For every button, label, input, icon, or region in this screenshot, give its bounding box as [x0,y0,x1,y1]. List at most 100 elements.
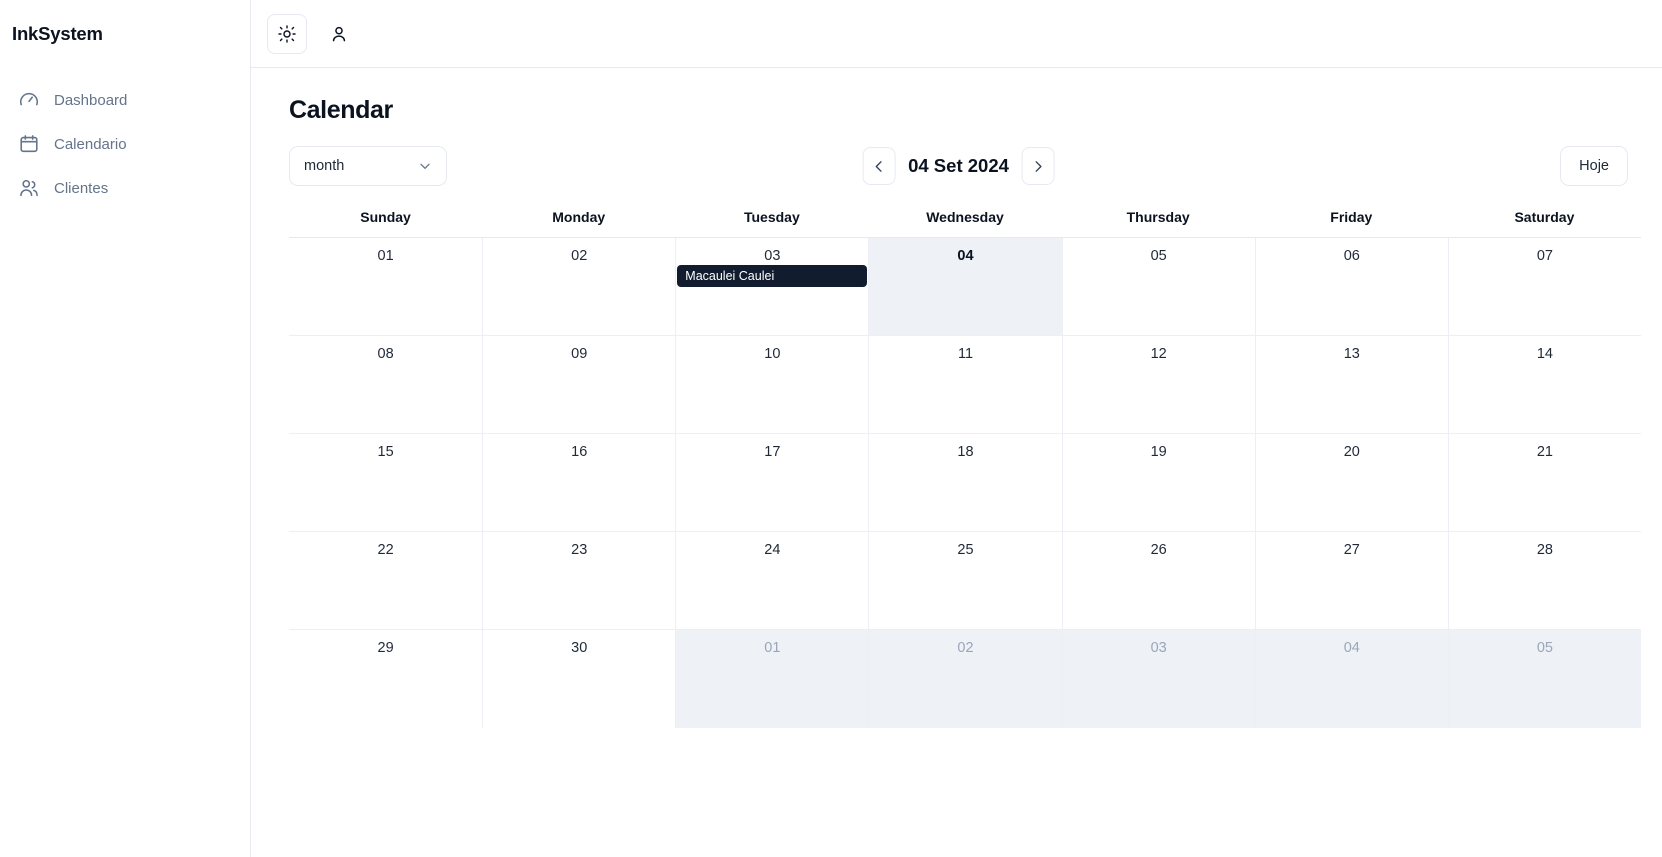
calendar-day-cell[interactable]: 15 [289,434,483,532]
calendar-day-number: 30 [571,640,588,656]
period-label: 04 Set 2024 [908,155,1009,176]
page-content: Calendar month 04 Set 2024 Hoje Sunday M… [251,68,1662,857]
next-period-button[interactable] [1021,147,1055,185]
calendar-day-header: Tuesday [743,209,800,225]
calendar-day-cell[interactable]: 01 [675,630,869,728]
calendar-day-cell[interactable]: 05 [1447,630,1641,728]
prev-period-button[interactable] [862,147,896,185]
calendar-day-number: 03 [764,248,781,264]
calendar-day-header: Friday [1330,209,1373,225]
sidebar-item-dashboard-label: Dashboard [54,91,128,109]
calendar-day-cell[interactable]: 02 [868,630,1062,728]
calendar-day-number: 03 [1150,640,1167,656]
calendar-day-cell[interactable]: 20 [1254,434,1448,532]
calendar-day-cell[interactable]: 28 [1447,532,1641,630]
calendar-day-cell[interactable]: 22 [289,532,483,630]
calendar-day-cell[interactable]: 09 [482,336,676,434]
user-icon [329,24,349,44]
calendar-day-header: Thursday [1126,209,1190,225]
app-brand: InkSystem [12,23,103,44]
calendar-day-cell[interactable]: 29 [289,630,483,728]
calendar-day-number: 06 [1343,248,1360,264]
calendar-cells: 01 02 03 Macaulei Caulei 04 05 06 07 08 09 10 11 12 1… [289,238,1641,728]
calendar-day-number: 11 [957,346,974,362]
calendar-day-cell[interactable]: 23 [482,532,676,630]
calendar-day-number: 19 [1150,444,1167,460]
sidebar-item-calendario-label: Calendario [54,135,127,153]
calendar-day-number: 25 [957,542,974,558]
calendar-day-cell[interactable]: 17 [675,434,869,532]
page-title: Calendar [289,96,393,124]
calendar-day-cell[interactable]: 08 [289,336,483,434]
calendar-day-number: 22 [377,542,394,558]
calendar-day-cell[interactable]: 11 [868,336,1062,434]
calendar-day-cell[interactable]: 27 [1254,532,1448,630]
calendar-day-cell[interactable]: 05 [1061,238,1255,336]
calendar-day-cell[interactable]: 02 [482,238,676,336]
calendar-day-number: 13 [1343,346,1360,362]
calendar-day-cell[interactable]: 21 [1447,434,1641,532]
calendar-day-cell[interactable]: 06 [1254,238,1448,336]
calendar-day-cell[interactable]: 30 [482,630,676,728]
calendar-day-cell[interactable]: 04 [1254,630,1448,728]
sidebar-item-dashboard[interactable]: Dashboard [0,78,250,122]
view-select[interactable]: month [289,146,447,186]
calendar-day-number: 10 [764,346,781,362]
period-navigation: 04 Set 2024 [862,147,1055,185]
sidebar-item-clientes-label: Clientes [54,179,109,197]
users-icon [18,177,40,199]
calendar-day-number: 16 [571,444,588,460]
calendar-day-number: 01 [764,640,781,656]
calendar-day-cell[interactable]: 24 [675,532,869,630]
calendar-day-cell[interactable]: 01 [289,238,483,336]
calendar-day-cell[interactable]: 03 [1061,630,1255,728]
calendar-day-number: 18 [957,444,974,460]
calendar-day-number: 17 [764,444,781,460]
calendar-day-number: 01 [377,248,394,264]
calendar-day-cell[interactable]: 18 [868,434,1062,532]
calendar-day-number: 12 [1150,346,1167,362]
sidebar-nav: Dashboard Calendario Clientes [0,78,250,210]
calendar-day-number: 04 [1343,640,1360,656]
calendar-day-number: 04 [957,248,974,264]
theme-toggle-button[interactable] [267,13,307,54]
calendar-day-cell[interactable]: 13 [1254,336,1448,434]
calendar-day-headers: Sunday Monday Tuesday Wednesday Thursday Frid… [289,203,1641,238]
gauge-icon [18,89,40,111]
sidebar-item-calendario[interactable]: Calendario [0,122,250,166]
calendar-day-cell[interactable]: 07 [1447,238,1641,336]
calendar-day-header: Saturday [1514,209,1575,225]
calendar-toolbar: month 04 Set 2024 Hoje [289,145,1628,187]
calendar-day-cell[interactable]: 04 [868,238,1062,336]
calendar-day-cell[interactable]: 26 [1061,532,1255,630]
calendar-day-cell[interactable]: 16 [482,434,676,532]
calendar-day-number: 20 [1343,444,1360,460]
calendar-day-cell[interactable]: 19 [1061,434,1255,532]
sidebar-item-clientes[interactable]: Clientes [0,166,250,210]
calendar-day-number: 05 [1536,640,1553,656]
calendar-day-number: 28 [1536,542,1553,558]
calendar-day-number: 08 [377,346,394,362]
today-button[interactable]: Hoje [1560,146,1628,186]
calendar-day-cell[interactable]: 14 [1447,336,1641,434]
calendar-day-number: 23 [571,542,588,558]
calendar-icon [18,133,40,155]
chevron-right-icon [1031,159,1046,174]
chevron-left-icon [871,159,886,174]
calendar-day-cell[interactable]: 10 [675,336,869,434]
calendar-event[interactable]: Macaulei Caulei [677,265,868,287]
topbar [251,0,1662,68]
view-select-value: month [304,158,345,174]
account-button[interactable] [319,13,359,54]
calendar-day-number: 14 [1536,346,1553,362]
chevron-down-icon [417,158,433,174]
calendar-day-number: 24 [764,542,781,558]
calendar-day-header: Monday [552,209,606,225]
calendar-day-cell[interactable]: 03 Macaulei Caulei [675,238,869,336]
calendar-day-number: 21 [1536,444,1553,460]
app-root: InkSystem Dashboard Calendario Clientes … [0,0,1662,857]
calendar-day-number: 09 [571,346,588,362]
calendar-day-cell[interactable]: 12 [1061,336,1255,434]
calendar-day-header: Wednesday [926,209,1004,225]
calendar-day-cell[interactable]: 25 [868,532,1062,630]
